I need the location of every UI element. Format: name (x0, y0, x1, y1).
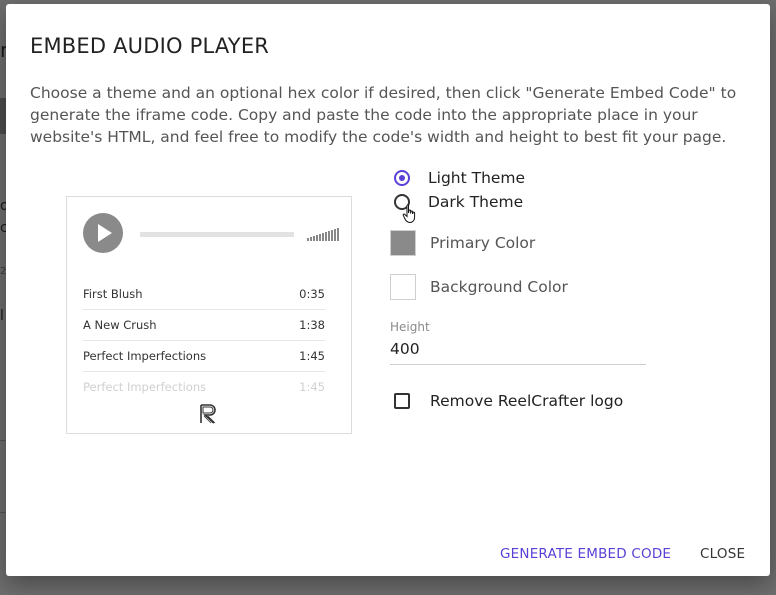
primary-color-label: Primary Color (430, 234, 536, 252)
embed-audio-player-dialog: EMBED AUDIO PLAYER Choose a theme and an… (6, 4, 770, 576)
background-color-label: Background Color (430, 278, 568, 296)
height-input[interactable] (390, 340, 646, 365)
player-preview: First Blush 0:35 A New Crush 1:38 Perfec… (66, 196, 352, 434)
height-field: Height (390, 320, 646, 365)
track-list: First Blush 0:35 A New Crush 1:38 Perfec… (83, 279, 325, 394)
remove-logo-option[interactable]: Remove ReelCrafter logo (394, 392, 623, 410)
light-theme-option[interactable]: Light Theme (390, 166, 525, 190)
generate-embed-code-button[interactable]: GENERATE EMBED CODE (494, 542, 677, 566)
list-item: A New Crush 1:38 (83, 310, 325, 341)
primary-color-option[interactable]: Primary Color (390, 230, 535, 256)
track-title: A New Crush (83, 318, 157, 332)
track-duration: 1:45 (299, 380, 325, 394)
height-label: Height (390, 320, 430, 334)
reelcrafter-logo-icon (200, 404, 216, 424)
play-icon (83, 213, 123, 253)
background-color-swatch[interactable] (390, 274, 416, 300)
dialog-description: Choose a theme and an optional hex color… (30, 84, 737, 146)
track-duration: 1:38 (299, 318, 325, 332)
track-title: Perfect Imperfections (83, 349, 207, 363)
list-item: First Blush 0:35 (83, 279, 325, 310)
dialog-title: EMBED AUDIO PLAYER (30, 34, 270, 58)
track-duration: 0:35 (299, 287, 325, 301)
close-button[interactable]: CLOSE (694, 542, 751, 566)
light-theme-label[interactable]: Light Theme (428, 169, 525, 187)
dark-theme-label[interactable]: Dark Theme (428, 193, 523, 211)
background-color-option[interactable]: Background Color (390, 274, 568, 300)
list-item: Perfect Imperfections 1:45 (83, 341, 325, 372)
progress-bar (140, 232, 294, 237)
track-duration: 1:45 (299, 349, 325, 363)
remove-logo-checkbox[interactable] (394, 393, 410, 409)
track-title: Perfect Imperfections (83, 380, 207, 394)
track-title: First Blush (83, 287, 143, 301)
primary-color-swatch[interactable] (390, 230, 416, 256)
list-item: Perfect Imperfections 1:45 (83, 372, 325, 394)
volume-icon (307, 227, 339, 241)
light-theme-radio[interactable] (394, 170, 410, 186)
remove-logo-label[interactable]: Remove ReelCrafter logo (430, 392, 623, 410)
hand-pointer-icon (402, 204, 416, 224)
